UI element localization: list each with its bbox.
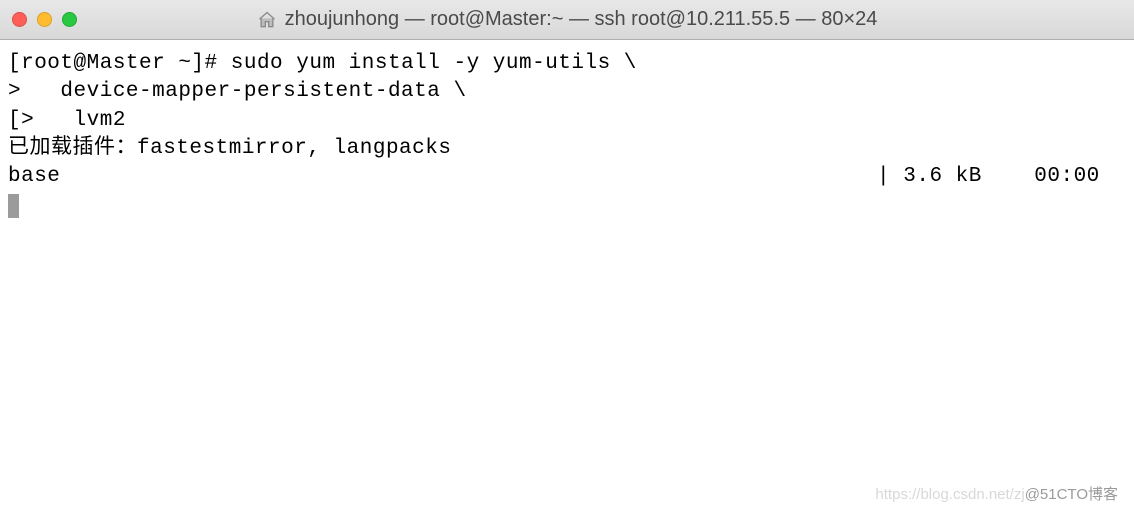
home-icon xyxy=(257,10,277,30)
cursor-icon xyxy=(8,194,19,218)
terminal-line: > device-mapper-persistent-data \ xyxy=(8,78,1126,106)
yum-status-line: base | 3.6 kB 00:00 xyxy=(8,163,1126,191)
title-wrap: zhoujunhong — root@Master:~ — ssh root@1… xyxy=(0,8,1134,31)
traffic-lights xyxy=(12,12,77,27)
cursor-line xyxy=(8,192,1126,221)
watermark-faint: https://blog.csdn.net/zj xyxy=(875,486,1024,503)
repo-name: base xyxy=(8,163,60,191)
window-titlebar: zhoujunhong — root@Master:~ — ssh root@1… xyxy=(0,0,1134,40)
terminal-line: [root@Master ~]# sudo yum install -y yum… xyxy=(8,50,1126,78)
terminal-line: [> lvm2 xyxy=(8,107,1126,135)
close-icon[interactable] xyxy=(12,12,27,27)
shell-command: sudo yum install -y yum-utils \ xyxy=(231,52,637,75)
window-title: zhoujunhong — root@Master:~ — ssh root@1… xyxy=(285,8,878,31)
watermark: https://blog.csdn.net/zj@51CTO博客 xyxy=(875,483,1118,504)
terminal-area[interactable]: [root@Master ~]# sudo yum install -y yum… xyxy=(0,40,1134,229)
minimize-icon[interactable] xyxy=(37,12,52,27)
maximize-icon[interactable] xyxy=(62,12,77,27)
repo-progress: | 3.6 kB 00:00 xyxy=(877,163,1126,191)
shell-prompt: [root@Master ~]# xyxy=(8,52,231,75)
watermark-dark: @51CTO博客 xyxy=(1025,486,1118,503)
terminal-line: 已加载插件：fastestmirror, langpacks xyxy=(8,135,1126,163)
